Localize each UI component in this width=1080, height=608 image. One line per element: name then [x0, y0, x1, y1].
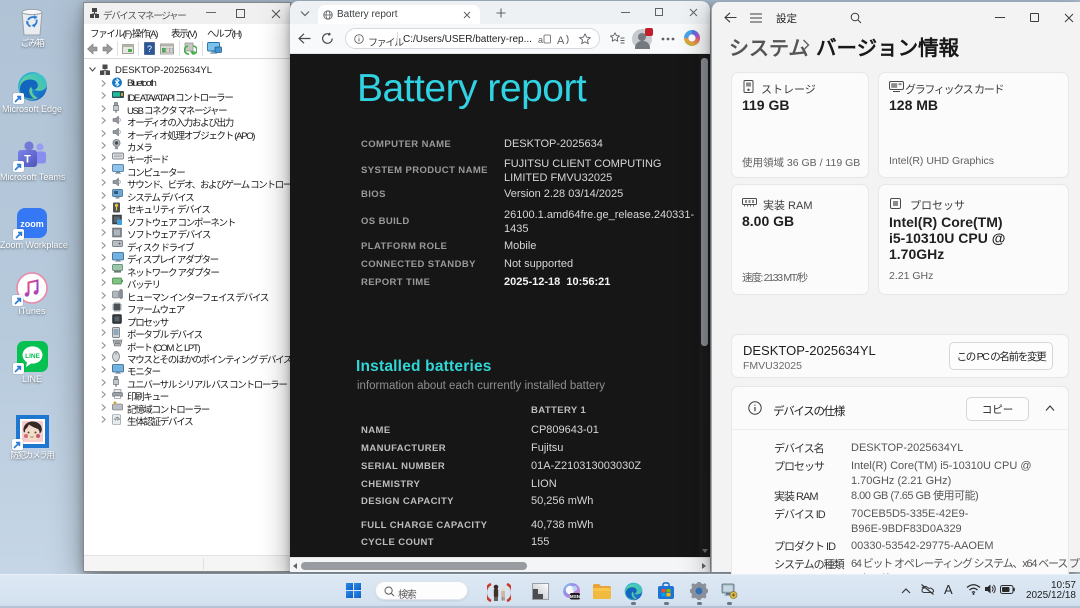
- svg-text:MSN: MSN: [570, 594, 581, 599]
- svg-text:a: a: [538, 35, 543, 45]
- svg-text:T: T: [24, 154, 31, 166]
- svg-text:zoom: zoom: [20, 219, 44, 229]
- svg-text:A: A: [557, 35, 565, 45]
- svg-text:?: ?: [147, 44, 152, 54]
- svg-text:LINE: LINE: [25, 353, 40, 360]
